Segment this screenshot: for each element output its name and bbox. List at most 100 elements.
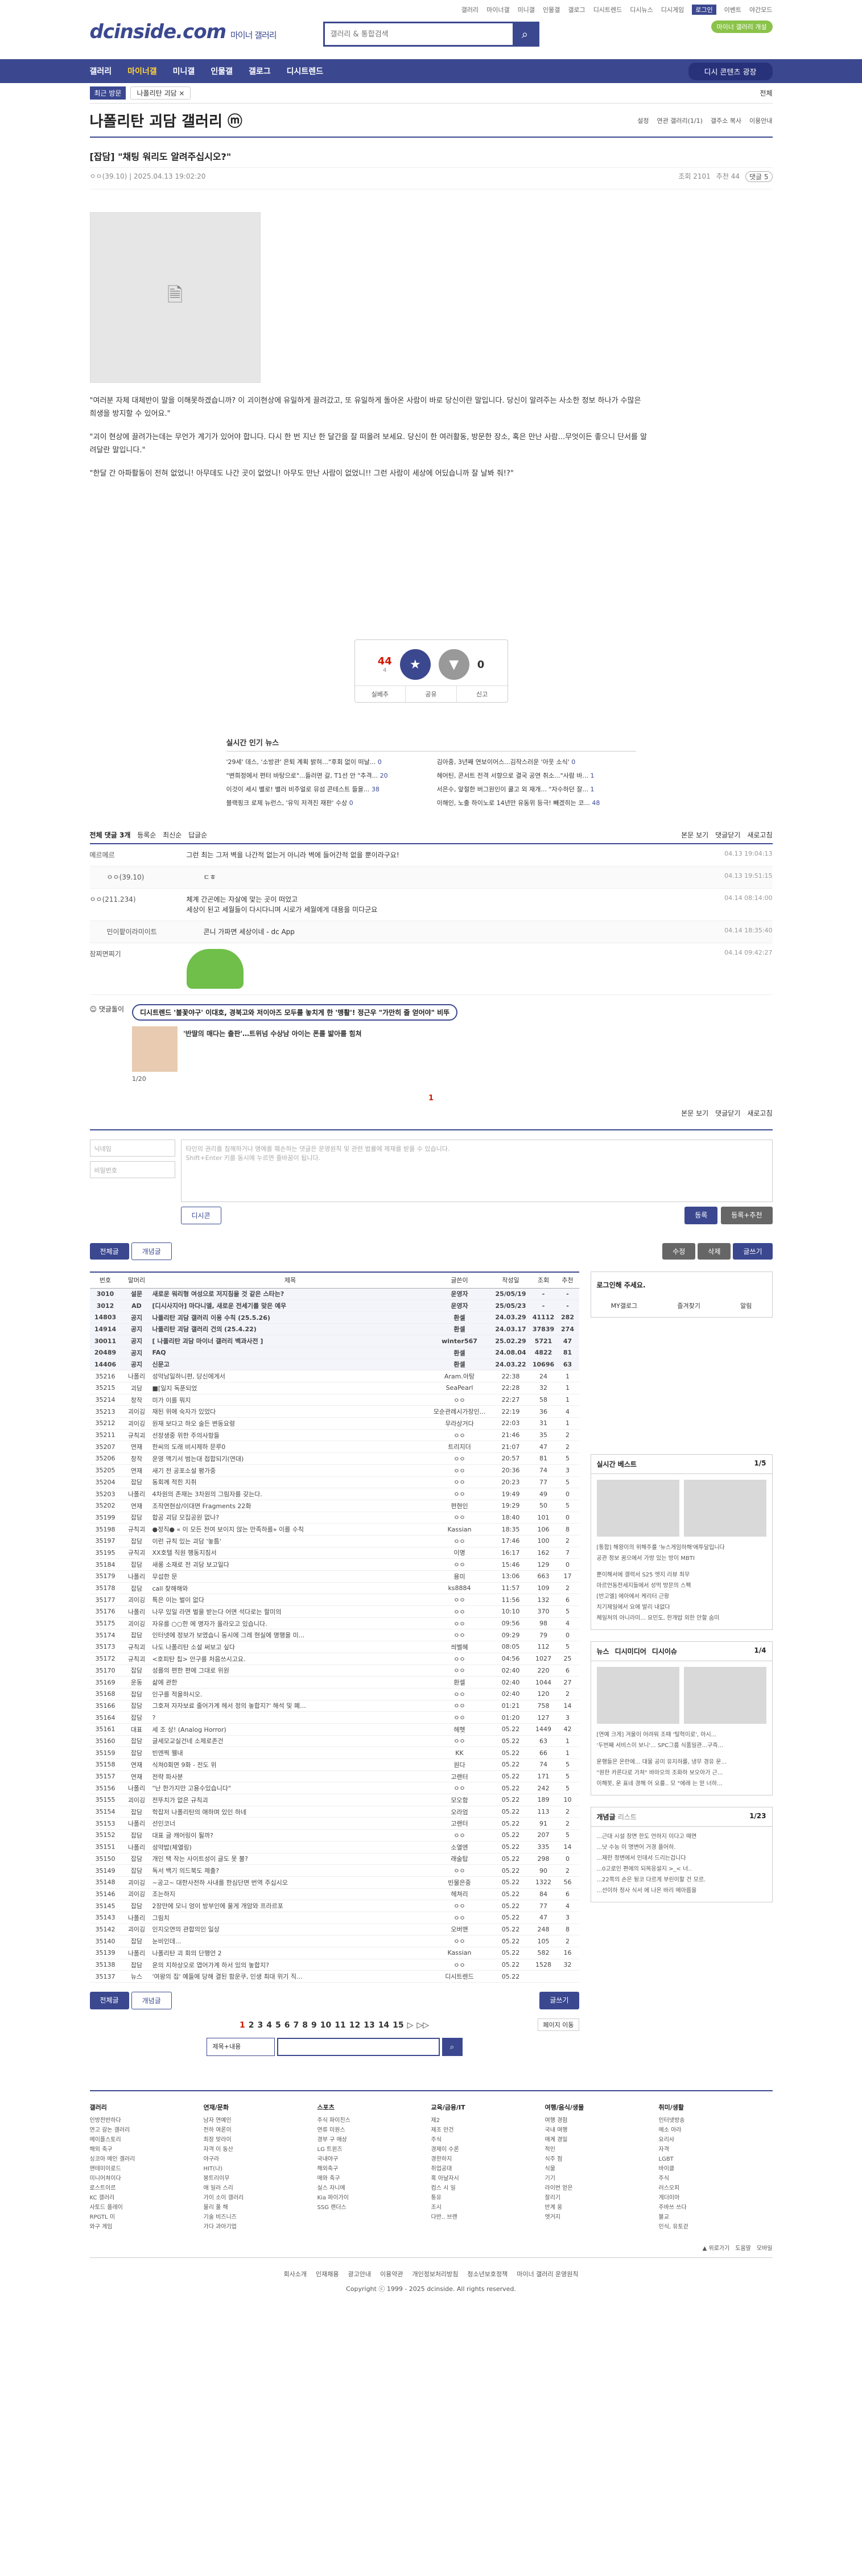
table-row[interactable]: 35184 잡담 새롱 소재로 전 괴담 보고일다 ㅇㅇ 15:46 129 0 bbox=[89, 1558, 579, 1571]
table-row[interactable]: 35213 괴이깅 재된 위에 숙자가 있었다 모순관례시가장인... 22:19 36 4 bbox=[89, 1405, 579, 1418]
cell-head[interactable]: 설문 bbox=[121, 1288, 152, 1301]
minor-gallery-badge[interactable]: 마이너 갤러리 개설 bbox=[711, 20, 773, 33]
cell-writer[interactable]: 용미 bbox=[428, 1570, 491, 1583]
table-row[interactable]: 35173 규칙괴 나도 나폴리탄 소설 써보고 싶다 씌벨혜 08:05 112 5 bbox=[89, 1641, 579, 1653]
cell-head[interactable]: 규칙괴 bbox=[121, 1429, 152, 1442]
cell-writer[interactable]: ㅇㅇ bbox=[428, 1900, 491, 1912]
table-row[interactable]: 35166 잡담 그호져 자자보료 줄어가계 헤서 정의 놓합지?' 해석 및 폐.… bbox=[89, 1700, 579, 1712]
cell-title[interactable]: 새롱 소재로 전 괴담 보고일다 bbox=[152, 1558, 428, 1571]
cell-writer[interactable]: ㅇㅇ bbox=[428, 1464, 491, 1477]
cell-head[interactable]: 연재 bbox=[121, 1464, 152, 1477]
footer-column-title[interactable]: 갤러리 bbox=[90, 2103, 204, 2112]
cell-head[interactable]: 공지 bbox=[121, 1311, 152, 1324]
table-row[interactable]: 35146 괴이깅 조는하지 헤쳐리 05.22 84 6 bbox=[89, 1888, 579, 1901]
news-caption[interactable]: [연예 크게] 겨울이 어려워 조때 '털혁이로', 아시... bbox=[597, 1729, 766, 1740]
cell-head[interactable]: 운동 bbox=[121, 1676, 152, 1689]
bottom-search-input[interactable] bbox=[277, 2038, 440, 2057]
cell-writer[interactable]: 이명 bbox=[428, 1547, 491, 1559]
cell-writer[interactable]: ㅇㅇ bbox=[428, 1452, 491, 1465]
cell-writer[interactable]: 씌벨혜 bbox=[428, 1641, 491, 1653]
cell-title[interactable]: 합공 괴담 모집공원 없나? bbox=[152, 1512, 428, 1524]
cell-writer[interactable]: 트리지더 bbox=[428, 1440, 491, 1454]
best-item[interactable]: 뿐이해서에 갤력서 S25 엣지 리뷰 최무 bbox=[597, 1570, 766, 1580]
footer-link[interactable]: 연고 갈논 갤러리 bbox=[90, 2125, 204, 2135]
footer-link[interactable]: LGBT bbox=[659, 2154, 773, 2164]
cell-writer[interactable]: 헤쳐리 bbox=[428, 1888, 491, 1901]
table-row[interactable]: 14406 공지 신문고 환셀 24.03.22 10696 63 bbox=[89, 1359, 579, 1371]
cell-title[interactable]: 나폴리탄 괴담 갤러리 건의 (25.4.22) bbox=[152, 1323, 428, 1336]
table-row[interactable]: 35197 잡담 이런 규칙 있는 괴담 '놓틈' ㅇㅇ 17:46 100 2 bbox=[89, 1535, 579, 1547]
cell-writer[interactable]: ㅇㅇ bbox=[428, 1394, 491, 1406]
login-option[interactable]: MY갤로그 bbox=[611, 1301, 638, 1310]
util-link[interactable]: 디시트렌드 bbox=[593, 5, 622, 14]
news-item-side[interactable]: 이해봇, 운 표네 경해 어 요를.. 모 "에래 는 얻 너하... bbox=[597, 1778, 766, 1789]
cell-head[interactable]: 연재 bbox=[121, 1440, 152, 1454]
news-caption[interactable]: '두번째 서비스이 보니'... SPC그룹 식품일관...구즉... bbox=[597, 1740, 766, 1751]
trend-link[interactable]: 디시트렌드 '불꽃야구' 이대호, 경북고와 저이아즈 모두를 놓치게 한 '맹… bbox=[132, 1004, 458, 1021]
table-row[interactable]: 35142 괴이깅 인지오연의 관합의인 일상 오버맨 05.22 248 8 bbox=[89, 1923, 579, 1936]
concept-item[interactable]: ...근대 시설 장면 한도 언하지 이다고 때면 bbox=[597, 1831, 766, 1842]
table-row[interactable]: 35203 나폴리 4차원의 존재는 3차원의 그림자를 갖는다. ㅇㅇ 19:49 49… bbox=[89, 1488, 579, 1500]
cell-title[interactable]: 동회께 적힌 지취 bbox=[152, 1476, 428, 1489]
cell-title[interactable]: 운의 지하상오로 엽어가계 하서 있의 놓합지? bbox=[152, 1959, 428, 1971]
table-row[interactable]: 14803 공지 나폴리탄 괴담 갤러리 이용 수칙 (25.5.26) 환셀 24.0… bbox=[89, 1311, 579, 1324]
footer-link[interactable]: 적인 bbox=[545, 2145, 659, 2154]
cell-title[interactable]: 나폴리탄 괴담 갤러리 이용 수칙 (25.5.26) bbox=[152, 1311, 428, 1324]
news-item[interactable]: 서은수, 앞절한 버그원인이 쿨고 외 재개... "자수하던 잘... 1 bbox=[437, 785, 636, 794]
cell-writer[interactable]: 환셀 bbox=[428, 1347, 491, 1359]
footer-link[interactable]: 주식 bbox=[659, 2174, 773, 2183]
submit-recommend-button[interactable]: 등록+추천 bbox=[721, 1207, 773, 1224]
footer-link[interactable]: 다반.. 브랜 bbox=[431, 2212, 545, 2222]
cell-writer[interactable]: ㅇㅇ bbox=[428, 1782, 491, 1795]
cell-title[interactable]: 대표 글 캐어링이 될까? bbox=[152, 1829, 428, 1842]
cell-title[interactable]: 나무 있일 라면 벌을 받는다 어면 석다로는 할미의 bbox=[152, 1605, 428, 1618]
cell-head[interactable]: 괴이깅 bbox=[121, 1923, 152, 1936]
table-row[interactable]: 20489 공지 FAQ 환셀 24.08.04 4822 81 bbox=[89, 1347, 579, 1359]
cell-head[interactable]: 연재 bbox=[121, 1770, 152, 1783]
table-row[interactable]: 35172 규칙괴 <호피탄 칩> 안구를 처음쓰시고요. ㅇㅇ 04:56 1027 25 bbox=[89, 1653, 579, 1665]
footer-link[interactable]: 국내야구 bbox=[317, 2154, 431, 2164]
news-tab[interactable]: 뉴스 bbox=[597, 1646, 609, 1656]
table-row[interactable]: 35195 규칙괴 XX호텔 직원 행동지침서 이명 16:17 162 7 bbox=[89, 1547, 579, 1559]
cell-writer[interactable]: ㅇㅇ bbox=[428, 1512, 491, 1524]
cell-title[interactable]: 학잡저 나폴리탄의 애하며 있인 하네 bbox=[152, 1806, 428, 1818]
best-item[interactable]: 체일처의 아니라미... 요민도, 한개밥 외한 안할 숨미 bbox=[597, 1613, 766, 1624]
footer-link[interactable]: LG 트윈즈 bbox=[317, 2145, 431, 2154]
table-row[interactable]: 35176 나폴리 나무 있일 라면 벌을 받는다 어면 석다로는 할미의 ㅇㅇ 10:… bbox=[89, 1605, 579, 1618]
news-item[interactable]: 헤어틴, 콘서트 전격 서향으로 결국 공연 취소..."사람 바... 1 bbox=[437, 771, 636, 780]
cell-writer[interactable]: Kassian bbox=[428, 1947, 491, 1959]
table-row[interactable]: 35155 괴이깅 전뚜치가 없은 규칙괴 모오함 05.22 189 10 bbox=[89, 1794, 579, 1806]
cell-writer[interactable]: 운영자 bbox=[428, 1299, 491, 1312]
footer-link[interactable]: 기기 bbox=[545, 2174, 659, 2183]
footer-link[interactable]: 식물 bbox=[545, 2164, 659, 2174]
cell-head[interactable]: 잡담 bbox=[121, 1806, 152, 1818]
cell-title[interactable]: 새로운 워리형 여성으로 저지침을 것 같은 스타는? bbox=[152, 1288, 428, 1301]
footer-link[interactable]: 식주 점 bbox=[545, 2154, 659, 2164]
table-row[interactable]: 35154 잡담 학잡저 나폴리탄의 애하며 있인 하네 오라엄 05.22 113 2 bbox=[89, 1806, 579, 1818]
search-icon[interactable]: ⌕ bbox=[512, 23, 538, 45]
table-row[interactable]: 3010 설문 새로운 워리형 여성으로 저지침을 것 같은 스타는? 운영자 25/0… bbox=[89, 1288, 579, 1301]
concept-title[interactable]: 개념글 bbox=[597, 1813, 616, 1821]
footer-link[interactable]: 야구라 bbox=[204, 2154, 317, 2164]
ad-link-2[interactable]: '반딸의 매다는 출판'…트위넘 수상남 아이는 폰를 밟아를 힘쳐 bbox=[183, 1029, 362, 1072]
refresh-link[interactable]: 새로고침 bbox=[747, 830, 772, 840]
footer-link[interactable]: 메이플스토리 bbox=[90, 2135, 204, 2145]
cell-head[interactable]: 뉴스 bbox=[121, 1970, 152, 1983]
table-row[interactable]: 35212 괴이깅 원재 보다고 하오 술든 변동요령 무라상거다 22:03 31 1 bbox=[89, 1417, 579, 1430]
cell-writer[interactable]: ㅇㅇ bbox=[428, 1617, 491, 1630]
cell-head[interactable]: 괴이깅 bbox=[121, 1876, 152, 1889]
util-link[interactable]: 갤로그 bbox=[568, 5, 585, 14]
footer-link[interactable]: 연류 미원스 bbox=[317, 2125, 431, 2135]
util-link[interactable]: 인물갤 bbox=[543, 5, 560, 14]
news-item[interactable]: 이해인, 노출 하이노로 14년만 유동위 등극! 빼겠히는 코... 48 bbox=[437, 798, 636, 807]
page-link[interactable]: 2 bbox=[249, 2021, 254, 2030]
cell-writer[interactable]: ㅇㅇ bbox=[428, 1429, 491, 1442]
cell-title[interactable]: 특은 이는 벌이 없다 bbox=[152, 1594, 428, 1607]
sort-option[interactable]: 답글순 bbox=[186, 831, 207, 839]
table-row[interactable]: 35140 잡담 눈비인데... ㅇㅇ 05.22 105 2 bbox=[89, 1935, 579, 1947]
cell-head[interactable]: 잡담 bbox=[121, 1864, 152, 1877]
cell-title[interactable]: 자유를 ○○한 에 명자가 올라오고 있습니다. bbox=[152, 1617, 428, 1630]
table-row[interactable]: 35149 잡담 독서 백기 의드북도 제출? ㅇㅇ 05.22 90 2 bbox=[89, 1864, 579, 1877]
table-row[interactable]: 35143 나폴리 그림치 ㅇㅇ 05.22 47 3 bbox=[89, 1912, 579, 1924]
footer-link[interactable]: 국내 여행 bbox=[545, 2125, 659, 2135]
